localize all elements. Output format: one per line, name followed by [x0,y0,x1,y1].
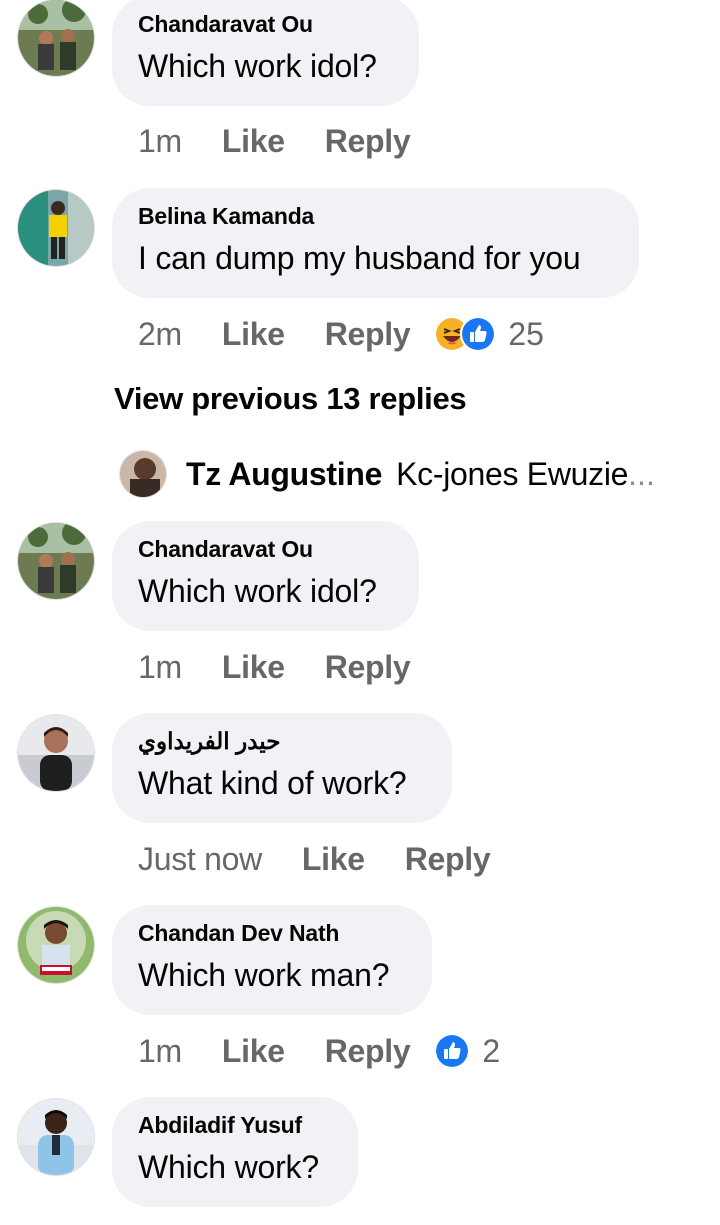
comment-actions: 1m Like Reply 2 [138,1031,500,1071]
avatar [120,451,166,497]
comment-bubble: Chandaravat Ou Which work idol? [112,521,419,631]
comment-time[interactable]: 1m [138,123,182,160]
like-icon [460,316,497,352]
comment-bubble: Belina Kamanda I can dump my husband for… [112,188,639,298]
reply-button[interactable]: Reply [325,1033,411,1070]
comment-actions: Just now Like Reply [138,839,491,879]
like-button[interactable]: Like [222,316,285,353]
comment-author[interactable]: Chandaravat Ou [138,536,313,563]
avatar[interactable] [18,190,94,266]
comment-bubble: Chandaravat Ou Which work idol? [112,0,419,106]
comment-time[interactable]: 1m [138,649,182,686]
comment-time[interactable]: 1m [138,1033,182,1070]
comment-text: What kind of work? [138,765,407,801]
reply-button[interactable]: Reply [325,649,411,686]
comment-author[interactable]: حيدر الفريداوي [138,728,281,755]
comment-author[interactable]: Abdiladif Yusuf [138,1112,302,1139]
avatar[interactable] [18,907,94,983]
avatar[interactable] [18,715,94,791]
comment-text: Which work? [138,1149,319,1185]
like-button[interactable]: Like [222,1033,285,1070]
avatar[interactable] [18,523,94,599]
like-button[interactable]: Like [222,649,285,686]
comment-actions: 2m Like Reply 25 [138,314,544,354]
comment-bubble: Abdiladif Yusuf Which work? [112,1097,358,1207]
comment-text: I can dump my husband for you [138,240,581,276]
reply-button[interactable]: Reply [325,123,411,160]
comment-text: Which work man? [138,957,390,993]
avatar[interactable] [18,0,94,76]
reply-button[interactable]: Reply [325,316,411,353]
comment-actions: 1m Like Reply [138,647,411,687]
reaction-summary[interactable]: 2 [434,1033,500,1070]
comment-time[interactable]: Just now [138,841,262,878]
comment-author[interactable]: Chandaravat Ou [138,11,313,38]
reaction-count: 25 [508,315,544,352]
comment-time[interactable]: 2m [138,316,182,353]
avatar[interactable] [18,1099,94,1175]
reaction-count: 2 [482,1032,501,1069]
reply-ellipsis: ... [628,455,655,492]
reply-button[interactable]: Reply [405,841,491,878]
comment-bubble: Chandan Dev Nath Which work man? [112,905,432,1015]
reply-preview[interactable]: Tz Augustine Kc-jones Ewuzie ... [120,449,655,499]
comment-text: Which work idol? [138,48,377,84]
comment-author[interactable]: Belina Kamanda [138,203,314,230]
comment-author[interactable]: Chandan Dev Nath [138,920,339,947]
like-button[interactable]: Like [222,123,285,160]
reply-author[interactable]: Tz Augustine [186,456,382,493]
like-icon [434,1033,471,1069]
comment-actions: 1m Like Reply [138,121,411,161]
like-button[interactable]: Like [302,841,365,878]
view-previous-replies-link[interactable]: View previous 13 replies [114,381,467,417]
reaction-summary[interactable]: 25 [434,316,544,353]
comment-bubble: حيدر الفريداوي What kind of work? [112,713,452,823]
comment-text: Which work idol? [138,573,377,609]
reply-snippet: Kc-jones Ewuzie [396,455,629,492]
